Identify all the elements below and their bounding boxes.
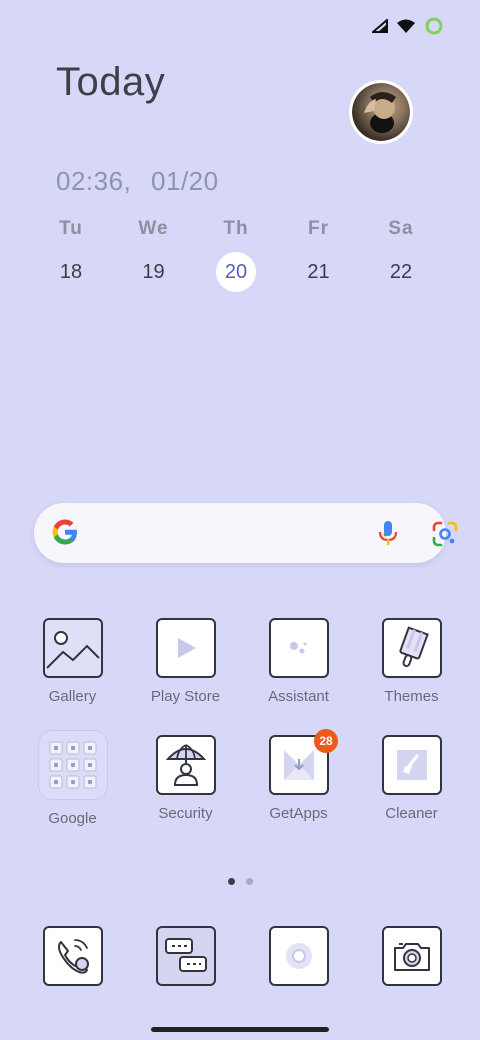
app-label: Security [158, 805, 213, 822]
notification-badge: 28 [314, 729, 338, 753]
day-number: 22 [389, 261, 413, 283]
dock-app-phone[interactable] [16, 920, 129, 986]
chrome-icon [268, 926, 329, 986]
day-name: Tu [59, 218, 83, 239]
page-dot[interactable] [246, 878, 253, 885]
app-label: GetApps [269, 805, 328, 822]
security-icon [155, 735, 216, 795]
google-logo-icon[interactable] [50, 517, 80, 552]
google-lens-icon[interactable] [432, 521, 458, 552]
app-getapps[interactable]: 28 GetApps [242, 729, 355, 827]
wifi-icon [396, 18, 416, 34]
home-gesture-bar[interactable] [151, 1027, 329, 1032]
day-number-selected: 20 [216, 252, 256, 292]
gallery-icon [42, 618, 103, 678]
assistant-icon [268, 618, 329, 678]
dock-app-messages[interactable] [129, 920, 242, 986]
app-label: Themes [384, 688, 439, 705]
play-store-icon [155, 618, 216, 678]
app-grid: Gallery Play Store Assistant Themes Goog… [16, 612, 468, 827]
day-name: Sa [388, 218, 414, 239]
app-label: Gallery [48, 688, 97, 705]
app-play-store[interactable]: Play Store [129, 612, 242, 705]
app-label: Assistant [268, 688, 329, 705]
week-strip: Tu 18 We 19 Th 20 Fr 21 Sa 22 [30, 218, 442, 292]
current-date: 01/20 [151, 166, 219, 196]
cleaner-icon [381, 735, 442, 795]
day-name: Fr [308, 218, 329, 239]
app-cleaner[interactable]: Cleaner [355, 729, 468, 827]
battery-ring-icon [424, 16, 444, 36]
day-friday[interactable]: Fr 21 [278, 218, 360, 292]
app-label: Play Store [150, 688, 221, 705]
status-bar [372, 16, 444, 36]
day-number: 18 [59, 261, 83, 283]
microphone-icon[interactable] [374, 519, 402, 552]
page-title: Today [56, 60, 166, 104]
app-themes[interactable]: Themes [355, 612, 468, 705]
current-time: 02:36, [56, 166, 132, 196]
avatar-image [352, 83, 410, 141]
day-number: 19 [142, 261, 165, 283]
day-saturday[interactable]: Sa 22 [360, 218, 442, 292]
page-indicator [228, 878, 253, 885]
google-folder-icon [37, 730, 108, 800]
day-number: 21 [307, 261, 330, 283]
app-folder-google[interactable]: Google [16, 729, 129, 827]
dock-app-chrome[interactable] [242, 920, 355, 986]
dock [16, 920, 468, 986]
day-name: Th [223, 218, 249, 239]
phone-icon [42, 926, 103, 986]
avatar[interactable] [349, 80, 413, 144]
date-time: 02:36, 01/20 [56, 166, 219, 197]
themes-icon [381, 618, 442, 678]
messages-icon [155, 926, 216, 986]
camera-icon [381, 926, 442, 986]
page-dot-active[interactable] [228, 878, 235, 885]
google-search-bar[interactable] [34, 503, 458, 563]
dock-app-camera[interactable] [355, 920, 468, 986]
app-label: Cleaner [385, 805, 438, 822]
app-gallery[interactable]: Gallery [16, 612, 129, 705]
day-thursday[interactable]: Th 20 [195, 218, 277, 292]
app-assistant[interactable]: Assistant [242, 612, 355, 705]
day-tuesday[interactable]: Tu 18 [30, 218, 112, 292]
app-label: Google [48, 810, 97, 827]
day-wednesday[interactable]: We 19 [113, 218, 195, 292]
day-name: We [138, 218, 169, 239]
cellular-signal-icon [372, 19, 388, 33]
app-security[interactable]: Security [129, 729, 242, 827]
